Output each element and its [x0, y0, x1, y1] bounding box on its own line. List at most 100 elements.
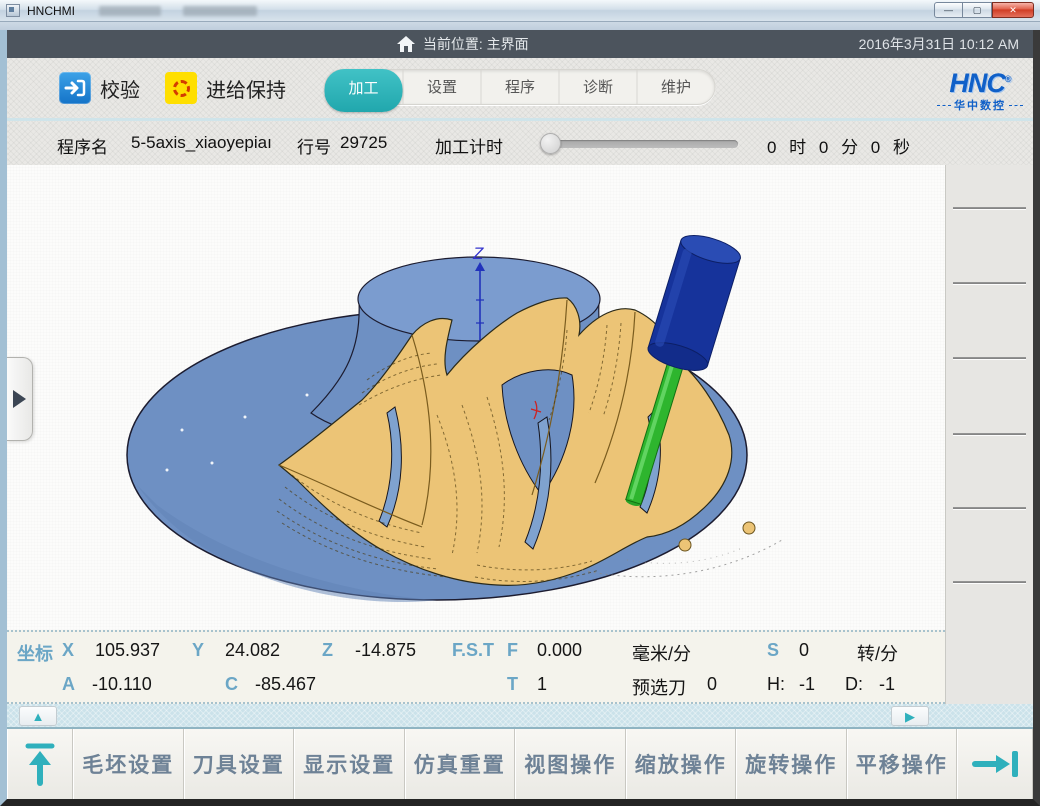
- softkey-zoom-ops[interactable]: 缩放操作: [626, 729, 737, 799]
- softkey-sim-reset[interactable]: 仿真重置: [405, 729, 516, 799]
- hnchmi-window: HNCHMI — ▢ ✕ 当前位置: 主界面 2016年3月31日 10:12 …: [0, 0, 1040, 806]
- current-location-label: 当前位置: 主界面: [423, 34, 529, 54]
- logo-subtext: 华中数控: [954, 97, 1006, 113]
- softkey-rotate-ops[interactable]: 旋转操作: [736, 729, 847, 799]
- scroll-up-icon: ▲: [32, 710, 45, 723]
- d-offset-value: -1: [879, 674, 895, 695]
- line-number-value: 29725: [340, 133, 387, 153]
- main-area: Z: [7, 165, 1033, 704]
- verify-control[interactable]: 校验: [59, 72, 140, 104]
- c-axis-value: -85.467: [255, 674, 316, 695]
- x-axis-label: X: [62, 640, 74, 661]
- h-offset-label: H:: [767, 674, 785, 695]
- title-bar[interactable]: HNCHMI — ▢ ✕: [0, 0, 1040, 22]
- status-bar: 当前位置: 主界面 2016年3月31日 10:12 AM: [7, 30, 1033, 58]
- tab-maintenance[interactable]: 维护: [637, 70, 715, 104]
- preselect-tool-label: 预选刀: [632, 674, 686, 700]
- softkey-display-setup[interactable]: 显示设置: [294, 729, 405, 799]
- feedrate-value: 0.000: [537, 640, 582, 661]
- hnc-logo: HNC® 华中数控: [937, 66, 1023, 113]
- return-up-button[interactable]: [7, 729, 73, 799]
- softkey-divider: [953, 282, 1026, 284]
- app-icon: [6, 4, 20, 17]
- next-page-button[interactable]: [957, 729, 1033, 799]
- a-axis-label: A: [62, 674, 75, 695]
- machining-3d-scene: Z: [7, 165, 945, 630]
- redacted-text: [99, 6, 161, 16]
- d-offset-label: D:: [845, 674, 863, 695]
- tool-number-value: 1: [537, 674, 547, 695]
- a-axis-value: -10.110: [92, 674, 152, 695]
- c-axis-label: C: [225, 674, 238, 695]
- softkey-divider: [953, 207, 1026, 209]
- scroll-next-icon: ▶: [905, 710, 915, 723]
- machining-timer-progressbar[interactable]: [542, 140, 738, 148]
- z-axis-value: -14.875: [355, 640, 416, 661]
- toolbar: 校验 进给保持 加工 设置 程序 诊断 维护 HNC® 华中数控: [7, 58, 1033, 121]
- y-axis-value: 24.082: [225, 640, 280, 661]
- program-name-label: 程序名: [57, 133, 108, 158]
- scroll-strip: ▲ ▶: [7, 704, 1033, 729]
- home-icon: [397, 36, 415, 52]
- maximize-button[interactable]: ▢: [963, 2, 992, 18]
- z-axis-label: Z: [472, 244, 484, 263]
- return-up-icon: [22, 741, 58, 787]
- window-title: HNCHMI: [27, 4, 75, 18]
- panel-expand-icon: [13, 390, 26, 408]
- feedrate-label: F: [507, 640, 518, 661]
- left-panel-expand-handle[interactable]: [7, 357, 33, 441]
- tab-settings[interactable]: 设置: [403, 70, 481, 104]
- spindle-unit: 转/分: [857, 640, 898, 666]
- logo-text: HNC: [949, 68, 1005, 98]
- feed-hold-label: 进给保持: [206, 74, 286, 103]
- main-tabs: 加工 设置 程序 诊断 维护: [325, 69, 716, 105]
- softkey-divider: [953, 357, 1026, 359]
- scroll-up-button[interactable]: ▲: [19, 706, 57, 726]
- preselect-tool-value: 0: [707, 674, 717, 695]
- elapsed-time-value: 0 时 0 分 0 秒: [767, 133, 914, 158]
- feed-hold-control[interactable]: 进给保持: [165, 72, 286, 104]
- program-info-row: 程序名 5-5axis_xiaoyepiaı 行号 29725 加工计时 0 时…: [7, 121, 1033, 165]
- progress-thumb[interactable]: [540, 133, 561, 154]
- scroll-next-button[interactable]: ▶: [891, 706, 929, 726]
- fst-label: F.S.T: [452, 640, 494, 661]
- tab-machining[interactable]: 加工: [325, 69, 403, 112]
- verify-label: 校验: [100, 74, 140, 103]
- tab-program[interactable]: 程序: [481, 70, 559, 104]
- coords-title: 坐标: [17, 640, 53, 666]
- tool-number-label: T: [507, 674, 518, 695]
- h-offset-value: -1: [799, 674, 815, 695]
- softkey-divider: [953, 507, 1026, 509]
- feedrate-unit: 毫米/分: [632, 640, 691, 666]
- program-name-value: 5-5axis_xiaoyepiaı: [131, 133, 272, 153]
- tab-diagnosis[interactable]: 诊断: [559, 70, 637, 104]
- window-frame: [0, 22, 1040, 30]
- softkey-blank-setup[interactable]: 毛坯设置: [73, 729, 184, 799]
- softkey-divider: [953, 433, 1026, 435]
- close-button[interactable]: ✕: [992, 2, 1034, 18]
- machining-timer-label: 加工计时: [435, 133, 503, 158]
- bottom-softkey-bar: 毛坯设置 刀具设置 显示设置 仿真重置 视图操作 缩放操作 旋转操作 平移操作: [7, 729, 1033, 799]
- verify-arrow-icon: [59, 72, 91, 104]
- next-page-icon: [970, 744, 1020, 784]
- right-softkey-column: [945, 165, 1033, 704]
- x-axis-value: 105.937: [95, 640, 160, 661]
- softkey-divider: [953, 581, 1026, 583]
- logo-registered-mark: ®: [1005, 74, 1011, 84]
- coordinate-panel: 坐标 X 105.937 Y 24.082 Z -14.875 F.S.T F …: [7, 630, 945, 704]
- app-frame: 当前位置: 主界面 2016年3月31日 10:12 AM 校验 进给保持 加工…: [0, 30, 1040, 806]
- y-axis-label: Y: [192, 640, 204, 661]
- feed-hold-icon: [165, 72, 197, 104]
- redacted-text: [183, 6, 257, 16]
- softkey-view-ops[interactable]: 视图操作: [515, 729, 626, 799]
- datetime-label: 2016年3月31日 10:12 AM: [859, 34, 1019, 54]
- simulation-3d-viewport[interactable]: Z: [7, 165, 945, 630]
- tool-holder: [645, 230, 743, 376]
- line-number-label: 行号: [297, 133, 331, 158]
- window-controls: — ▢ ✕: [934, 2, 1034, 18]
- softkey-tool-setup[interactable]: 刀具设置: [184, 729, 295, 799]
- spindle-value: 0: [799, 640, 809, 661]
- spindle-label: S: [767, 640, 779, 661]
- minimize-button[interactable]: —: [934, 2, 963, 18]
- softkey-pan-ops[interactable]: 平移操作: [847, 729, 958, 799]
